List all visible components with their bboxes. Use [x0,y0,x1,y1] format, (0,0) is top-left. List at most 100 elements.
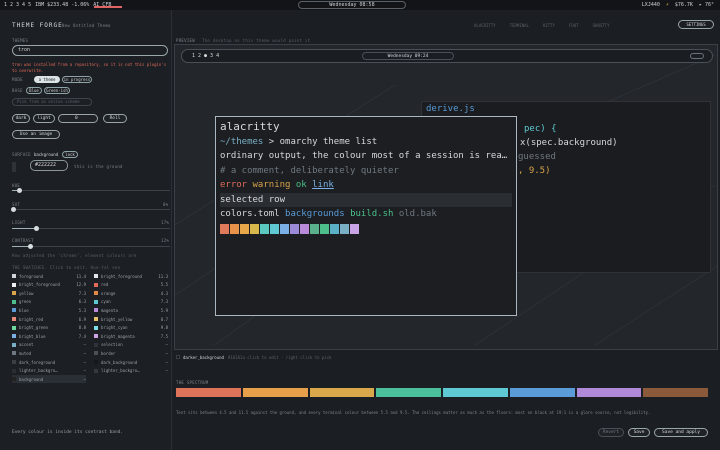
role-swatch-row[interactable]: bright_cyan 9.8 [94,324,168,332]
tab-alacritty[interactable]: ALACRITTY [474,23,496,28]
editor-line: guessed [518,152,556,162]
role-contrast: — [165,350,168,356]
tray-item[interactable]: ▸ 76° [699,2,714,8]
role-swatch-row[interactable]: bright_green 8.8 [12,324,86,332]
preview-tray [690,53,704,59]
role-swatch-row[interactable]: accent — [12,341,86,349]
editor-line: x(spec.background) [520,138,618,148]
role-contrast: 7.4 [78,333,86,339]
role-name: background [19,376,44,382]
role-swatch-row[interactable]: selection — [94,341,168,349]
role-contrast: — [83,368,86,374]
spectrum-bar [176,388,708,397]
palette-search-input[interactable]: Pick from an online scheme [12,98,92,106]
dark-button[interactable]: dark [12,114,30,123]
base-option-blue[interactable]: Blue [26,87,42,94]
strip-swatch [310,223,319,234]
selected-row: selected row [220,192,512,207]
clock-text: Wednesday 08:58 [329,2,375,8]
swatch-square [12,291,16,296]
terminal-title: alacritty [220,120,280,133]
role-name: bright_yellow [101,316,133,322]
swatch-square [12,368,16,373]
hex-input[interactable]: #222222 [30,160,68,171]
role-swatch-row[interactable]: red 5.5 [94,281,168,289]
tray: LXJ440 ⚡ $76.7K ▸ 76° [642,0,714,10]
role-swatch-row[interactable]: green 6.3 [12,298,86,306]
role-name: selection [101,342,123,348]
role-swatch-row[interactable]: foreground 11.4 [12,272,86,280]
hue-slider[interactable] [12,188,170,193]
tray-item[interactable]: LXJ440 [642,2,660,8]
role-swatch-row[interactable]: bright_yellow 8.7 [94,315,168,323]
light-button[interactable]: light [33,114,55,123]
swatch-square [12,325,16,330]
role-swatch-row[interactable]: bright_blue 7.4 [12,332,86,340]
role-contrast: 11.4 [76,273,86,279]
role-swatch-row[interactable]: border — [94,349,168,357]
contrast-slider[interactable] [12,244,170,249]
panel-subtitle: New Untitled Theme [62,23,111,28]
swatch-square [12,351,16,356]
settings-tab[interactable]: SETTINGS [678,20,714,29]
surface-tab-background[interactable]: background [32,151,60,158]
word-ok: ok [295,180,307,190]
mode-option-progress[interactable]: in progress [62,76,92,83]
spectrum-segment [242,388,308,397]
role-swatch-row[interactable]: dark_background — [94,358,168,366]
role-swatch-row[interactable]: magenta 5.9 [94,306,168,314]
role-swatch-row[interactable]: yellow 7.3 [12,289,86,297]
role-swatch-row[interactable]: lighter_backgro… — [94,367,168,375]
role-swatch-row[interactable]: dark_foreground — [12,358,86,366]
role-swatch-row[interactable]: bright_foreground 11.3 [94,272,168,280]
role-swatch-row[interactable]: blue 5.3 [12,306,86,314]
save-button[interactable]: Save [628,428,650,437]
role-swatch-row[interactable]: bright_foreground 12.9 [12,281,86,289]
swatch-square [94,274,98,278]
caption-name: darker_background [183,355,224,360]
tab-foot[interactable]: FOOT [569,23,579,28]
theme-name-input[interactable]: tron [12,45,168,56]
status-words: error warning ok link [220,178,512,193]
clock-pill[interactable]: Wednesday 08:58 [298,1,406,9]
role-swatch-row[interactable]: muted — [12,349,86,357]
strip-swatch [230,223,239,234]
role-name: muted [19,350,32,356]
workspace-indicators[interactable]: 1 2 3 4 5 [4,2,31,8]
role-name: green [19,299,32,305]
surface-label: SURFACE [12,152,31,157]
tray-item[interactable]: $76.7K [675,2,693,8]
preview-label: PREVIEW [176,38,195,43]
swatch-square [94,299,98,304]
role-swatch-row[interactable]: background — [12,375,86,384]
role-name: cyan [101,299,111,305]
roll-button[interactable]: Roll [103,114,127,123]
role-swatch-row[interactable]: cyan 7.3 [94,298,168,306]
strip-swatch [340,223,349,234]
surface-tab-lock[interactable]: lock [62,151,78,158]
word-link[interactable]: link [312,180,334,190]
base-option-green[interactable]: Green-ish [44,87,70,94]
tab-ghostty[interactable]: GHOSTTY [593,23,610,28]
spectrum-ticks [176,398,708,402]
sat-slider[interactable] [11,207,170,212]
tab-kitty[interactable]: KITTY [543,23,555,28]
mode-option-theme[interactable]: a theme [34,76,60,83]
stock-ticker: IBM $233.48 -1.06% [35,2,90,8]
spectrum-segment [309,388,375,397]
spectrum-segment [576,388,642,397]
role-swatch-row[interactable]: bright_red 6.9 [12,315,86,323]
contrast-label: CONTRAST [12,238,34,243]
seed-input[interactable]: 0 [58,114,98,123]
strip-swatch [250,223,259,234]
use-image-button[interactable]: Use an image [12,130,60,139]
revert-button[interactable]: Revert [598,428,624,437]
role-contrast: 5.5 [160,282,168,288]
role-swatch-row[interactable]: orange 4.3 [94,289,168,297]
role-name: bright_blue [19,333,46,339]
light-slider[interactable] [12,226,170,231]
tab-terminal[interactable]: TERMINAL [510,23,529,28]
role-swatch-row[interactable]: bright_magenta 7.5 [94,332,168,340]
save-and-apply-button[interactable]: Save and apply [654,428,708,437]
role-swatch-row[interactable]: lighter_backgro… — [12,367,86,375]
